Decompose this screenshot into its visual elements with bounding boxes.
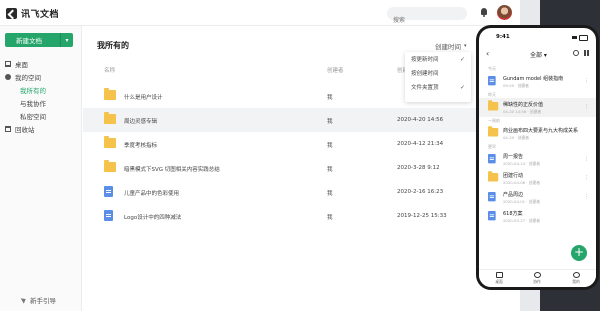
document-icon bbox=[104, 186, 113, 197]
phone-list: 今天 Gundam model 组装指南 09:29 · 创建者 ⋮ 昨天 稀缺… bbox=[479, 65, 596, 226]
table-row[interactable]: Logo设计中的四种减法 我 2019-12-25 15:33 bbox=[83, 204, 520, 228]
sort-dropdown[interactable]: 创建时间 ▾ bbox=[435, 41, 467, 51]
tab-me[interactable]: 我的 bbox=[566, 272, 586, 285]
search-icon[interactable] bbox=[573, 50, 579, 56]
phone-mockup: 9:41 ‹ 全部 ▾ 今天 Gundam model 组装指南 09:29 ·… bbox=[476, 25, 599, 290]
sort-menu-item[interactable]: 按创建时间 bbox=[405, 66, 471, 80]
sort-menu-item[interactable]: 按更新时间 ✓ bbox=[405, 52, 471, 66]
tab-collab[interactable]: 协作 bbox=[527, 272, 547, 285]
document-icon bbox=[488, 76, 496, 86]
sidebar-item-mine[interactable]: 我所有的 bbox=[0, 83, 82, 96]
desktop-icon bbox=[495, 272, 503, 278]
column-name[interactable]: 名称 bbox=[104, 66, 115, 74]
trash-icon bbox=[5, 125, 11, 132]
bell-icon[interactable] bbox=[480, 7, 488, 17]
sidebar-item-collab[interactable]: 与我协作 bbox=[0, 96, 82, 109]
more-icon[interactable]: ⋮ bbox=[584, 104, 589, 110]
avatar[interactable] bbox=[497, 5, 512, 20]
phone-filter[interactable]: 全部 ▾ bbox=[530, 50, 547, 59]
sidebar-item-trash[interactable]: 回收站 bbox=[0, 122, 82, 135]
column-owner[interactable]: 创建者 bbox=[327, 66, 344, 74]
status-time: 9:41 bbox=[496, 34, 510, 40]
space-icon bbox=[5, 73, 11, 80]
app-logo[interactable]: 讯飞文档 bbox=[6, 7, 59, 20]
list-item[interactable]: 稀缺性的正反价值 04-20 14:56 · 创建者 ⋮ bbox=[479, 98, 596, 117]
folder-icon bbox=[488, 126, 499, 137]
top-bar: 讯飞文档 bbox=[0, 0, 520, 27]
more-icon[interactable]: ⋮ bbox=[584, 156, 589, 162]
phone-screen: 9:41 ‹ 全部 ▾ 今天 Gundam model 组装指南 09:29 ·… bbox=[479, 28, 596, 287]
document-icon bbox=[488, 192, 496, 202]
folder-icon bbox=[104, 160, 116, 172]
folder-icon bbox=[104, 136, 116, 148]
more-icon[interactable]: ⋮ bbox=[584, 175, 589, 181]
document-icon bbox=[488, 211, 496, 221]
desktop-icon bbox=[5, 60, 11, 67]
check-icon: ✓ bbox=[459, 56, 465, 63]
section-label: 今天 bbox=[488, 66, 496, 71]
tab-desktop[interactable]: 桌面 bbox=[489, 272, 509, 285]
more-icon[interactable]: ⋮ bbox=[584, 194, 589, 200]
user-icon bbox=[572, 272, 580, 278]
phone-header: ‹ 全部 ▾ bbox=[479, 47, 596, 61]
folder-icon bbox=[104, 112, 116, 124]
section-label: 更早 bbox=[488, 144, 496, 149]
sort-menu: 按更新时间 ✓ 按创建时间 文件夹置顶 ✓ bbox=[405, 52, 471, 102]
list-item[interactable]: Gundam model 组装指南 09:29 · 创建者 ⋮ bbox=[479, 72, 596, 91]
section-label: 昨天 bbox=[488, 92, 496, 97]
send-icon bbox=[20, 296, 28, 304]
sort-menu-item[interactable]: 文件夹置顶 ✓ bbox=[405, 80, 471, 94]
table-row[interactable]: 周边灵感专辑 我 2020-4-20 14:56 bbox=[83, 108, 520, 132]
folder-icon bbox=[488, 100, 499, 111]
page-title: 我所有的 bbox=[97, 41, 129, 50]
table-row[interactable]: 暗黑模式下SVG 切图相关内容实践总结 我 2020-3-28 9:12 bbox=[83, 156, 520, 180]
section-label: 一周前 bbox=[488, 118, 500, 123]
folder-icon bbox=[488, 171, 499, 182]
folder-icon bbox=[104, 88, 116, 100]
list-item[interactable]: 618方案 2020-03-27 · 创建者 bbox=[479, 207, 596, 226]
sidebar: 新建文档 ▾ 桌面 我的空间 我所有的 与我协作 私密空间 回收站 新手引导 bbox=[0, 26, 82, 311]
app-window: 讯飞文档 新建文档 ▾ 桌面 我的空间 我所有的 bbox=[0, 0, 520, 311]
document-icon bbox=[104, 210, 113, 221]
new-doc-label: 新建文档 bbox=[16, 37, 42, 45]
new-doc-button[interactable]: 新建文档 ▾ bbox=[5, 33, 73, 47]
more-icon[interactable]: ⋮ bbox=[584, 78, 589, 84]
phone-tab-bar: 桌面 协作 我的 bbox=[479, 269, 596, 287]
document-icon bbox=[488, 154, 496, 164]
logo-icon bbox=[6, 8, 17, 19]
collab-icon bbox=[533, 272, 541, 278]
chevron-down-icon[interactable]: ▾ bbox=[61, 37, 73, 44]
battery-icon bbox=[572, 35, 588, 41]
check-icon: ✓ bbox=[459, 84, 465, 91]
table-row[interactable]: 季度考核指标 我 2020-4-12 21:34 bbox=[83, 132, 520, 156]
sidebar-nav: 桌面 我的空间 我所有的 与我协作 私密空间 回收站 bbox=[0, 57, 82, 135]
list-item[interactable]: 商业画布四大要素与九大构成关系 04-20 · 创建者 bbox=[479, 124, 596, 143]
sidebar-item-private[interactable]: 私密空间 bbox=[0, 109, 82, 122]
file-list: 什么是用户设计 我 周边灵感专辑 我 2020-4-20 14:56 季度考核指… bbox=[83, 84, 520, 228]
list-item[interactable]: 周一报告 2020-04-14 · 创建者 ⋮ bbox=[479, 150, 596, 169]
guide-link[interactable]: 新手引导 bbox=[20, 295, 56, 305]
chevron-down-icon: ▾ bbox=[464, 43, 467, 49]
list-item[interactable]: 团建行动 2020-04-08 · 创建者 ⋮ bbox=[479, 169, 596, 188]
grid-icon[interactable] bbox=[584, 50, 590, 56]
back-icon[interactable]: ‹ bbox=[486, 49, 489, 58]
add-button[interactable]: + bbox=[571, 245, 587, 261]
list-item[interactable]: 产品周边 2020-04-01 · 创建者 ⋮ bbox=[479, 188, 596, 207]
app-name: 讯飞文档 bbox=[21, 10, 60, 20]
sidebar-item-desktop[interactable]: 桌面 bbox=[0, 57, 82, 70]
sidebar-item-my-space[interactable]: 我的空间 bbox=[0, 70, 82, 83]
table-row[interactable]: 儿童产品中的色彩使用 我 2020-2-16 16:23 bbox=[83, 180, 520, 204]
search-box[interactable] bbox=[387, 7, 467, 27]
